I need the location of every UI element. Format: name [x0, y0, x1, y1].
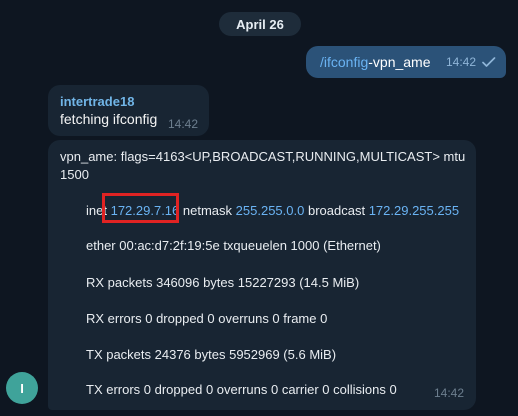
broadcast-ip-link[interactable]: 172.29.255.255 [369, 203, 459, 218]
ifconfig-output-message[interactable]: vpn_ame: flags=4163<UP,BROADCAST,RUNNING… [48, 140, 476, 410]
message-time: 14:42 [433, 386, 464, 400]
tx-packets-line: TX packets 24376 bytes 5952969 (5.6 MiB) [86, 347, 337, 362]
rx-packets-line: RX packets 346096 bytes 15227293 (14.5 M… [86, 275, 360, 290]
netmask-label: netmask [182, 203, 233, 218]
netmask-ip-link[interactable]: 255.255.0.0 [236, 203, 305, 218]
incoming-message[interactable]: intertrade18 fetching ifconfig 14:42 [48, 85, 209, 136]
avatar-initial: I [20, 380, 24, 396]
date-separator-label: April 26 [236, 16, 284, 32]
message-time: 14:42 [445, 55, 476, 69]
red-highlight-box [102, 193, 179, 223]
command-link[interactable]: /ifconfig [320, 54, 368, 70]
double-check-icon [482, 57, 496, 67]
tx-errors-line: TX errors 0 dropped 0 overruns 0 carrier… [86, 382, 397, 397]
interface-flags-line: vpn_ame: flags=4163<UP,BROADCAST,RUNNING… [60, 149, 466, 164]
avatar[interactable]: I [6, 372, 38, 404]
outgoing-message[interactable]: /ifconfig -vpn_ame 14:42 [306, 46, 506, 78]
message-time: 14:42 [167, 117, 198, 131]
sender-name[interactable]: intertrade18 [60, 94, 197, 110]
interface-mtu-line: 1500 [60, 167, 89, 182]
ether-line: ether 00:ac:d7:2f:19:5e txqueuelen 1000 … [86, 238, 381, 253]
date-separator: April 26 [219, 12, 301, 36]
rx-errors-line: RX errors 0 dropped 0 overruns 0 frame 0 [86, 311, 328, 326]
command-text: -vpn_ame [368, 54, 431, 70]
broadcast-label: broadcast [307, 203, 366, 218]
